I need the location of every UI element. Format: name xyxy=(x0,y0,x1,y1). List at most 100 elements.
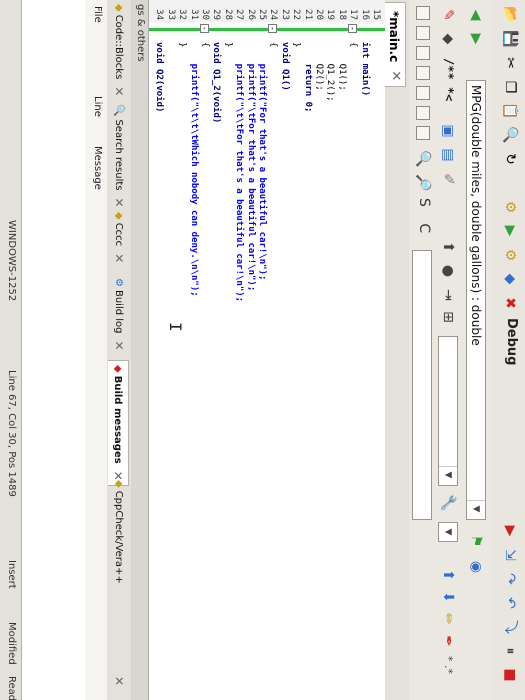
logs-tab-bar: ◆ Code::Blocks ✕ 🔍 Search results ✕ ◆ Cc… xyxy=(106,0,131,700)
fold-toggle-icon[interactable]: - xyxy=(268,24,278,33)
open-file-icon[interactable]: 📂 xyxy=(499,4,521,26)
stop-debug-icon[interactable]: ■ xyxy=(499,664,521,686)
marker-icon[interactable]: ✒ xyxy=(437,630,459,652)
step-into-icon[interactable]: ⇲ xyxy=(499,544,521,566)
toggle-box-4[interactable] xyxy=(416,66,430,80)
zoom-icon[interactable]: 🔍 xyxy=(412,148,434,170)
up-arrow-icon[interactable]: ⬆ xyxy=(437,564,459,586)
close-icon[interactable]: ✕ xyxy=(388,70,403,81)
tab-build-log[interactable]: ⚙ Build log ✕ xyxy=(109,278,129,351)
tab-search-results[interactable]: 🔍 Search results ✕ xyxy=(109,104,129,208)
line-number: 24 xyxy=(268,9,279,20)
pencil-icon[interactable]: ✏ xyxy=(437,608,459,630)
line-number: 23 xyxy=(279,9,290,20)
build-run-icon[interactable]: ⚙ xyxy=(499,244,521,266)
tab-label: Search results xyxy=(113,119,125,191)
close-icon[interactable]: ✕ xyxy=(112,86,126,96)
fold-toggle-icon[interactable]: - xyxy=(348,24,358,33)
jump-forward-icon[interactable]: ▶ xyxy=(465,28,487,50)
bookmark-icon[interactable]: ⚑ xyxy=(465,530,487,552)
toggle-box-2[interactable] xyxy=(416,26,430,40)
code-line: { xyxy=(268,42,279,48)
tab-label: CppCheck/Vera++ xyxy=(113,490,125,584)
cccc-icon: ◆ xyxy=(113,212,125,220)
next-instruction-icon[interactable]: ⤵ xyxy=(499,616,521,638)
copy-icon[interactable]: ❐ xyxy=(499,76,521,98)
step-over-icon[interactable]: ↷ xyxy=(499,568,521,590)
search-case-letters[interactable]: S C xyxy=(416,198,432,239)
play-icon[interactable]: ▶ xyxy=(499,220,521,242)
doxygen-comment-label[interactable]: /** *< xyxy=(442,58,456,101)
replace-icon[interactable]: ↻ xyxy=(499,148,521,170)
search-input[interactable] xyxy=(412,250,432,520)
tab-cccc[interactable]: ◆ Cccc ✕ xyxy=(109,212,129,263)
find-icon[interactable]: 🔍 xyxy=(499,124,521,146)
line-number: 25 xyxy=(257,9,267,20)
jump-back-icon[interactable]: ◀ xyxy=(465,4,487,26)
function-selector-value: MPG(double miles, double gallons) : doub… xyxy=(469,85,483,346)
close-icon[interactable]: ✕ xyxy=(112,341,126,351)
small-selector[interactable]: ▼ xyxy=(438,522,458,542)
toggle-box-5[interactable] xyxy=(416,86,430,100)
line-number: 31 xyxy=(188,9,199,20)
close-icon[interactable]: ✕ xyxy=(112,198,126,208)
regex-label[interactable]: * .* xyxy=(442,656,455,674)
chevron-down-icon[interactable]: ▼ xyxy=(439,466,457,483)
tab-cppcheck[interactable]: ◆ CppCheck/Vera++ xyxy=(109,480,129,584)
step-out-icon[interactable]: ↶ xyxy=(499,592,521,614)
column-line[interactable]: Line xyxy=(92,96,103,117)
code-line: printf("\t\tFor that's a beautiful car!\… xyxy=(234,42,245,303)
tab-main-c[interactable]: *main.c ✕ xyxy=(384,2,406,88)
tab-build-messages[interactable]: ◆ Build messages ✕ xyxy=(108,360,129,486)
log-list[interactable] xyxy=(22,0,85,700)
debug-label[interactable]: Debug xyxy=(504,318,519,365)
target-selector[interactable]: ▼ xyxy=(438,336,458,486)
circle-icon[interactable]: ● xyxy=(437,260,459,282)
toggle-box-7[interactable] xyxy=(416,126,430,140)
zoom-out-icon[interactable]: 🔎 xyxy=(412,172,434,194)
code-line: } xyxy=(177,42,188,48)
cut-icon[interactable]: ✂ xyxy=(499,52,521,74)
line-number: 21 xyxy=(302,9,313,20)
toggle-box-6[interactable] xyxy=(416,106,430,120)
tab-label: Build log xyxy=(113,289,125,334)
tab-label: Cccc xyxy=(113,222,125,247)
browse-icon[interactable]: ▤ xyxy=(437,144,459,166)
goto-icon[interactable]: ⇥ xyxy=(437,284,459,306)
chevron-down-icon[interactable]: ▼ xyxy=(467,500,485,517)
code-line: void Q1() xyxy=(279,42,290,91)
forward-icon[interactable]: ⬆ xyxy=(437,236,459,258)
save-icon[interactable]: 💾 xyxy=(499,28,521,50)
code-line: } xyxy=(291,42,302,48)
red-arrow-icon[interactable]: ▶ xyxy=(499,520,521,542)
search-code-icon[interactable]: ◉ xyxy=(465,556,487,578)
window-icon[interactable]: ⊞ xyxy=(437,306,459,328)
code-completion-toolbar: ◀ ▶ MPG(double miles, double gallons) : … xyxy=(460,0,491,700)
toggle-comment-icon[interactable]: ◆ xyxy=(437,28,459,50)
toggle-box-3[interactable] xyxy=(416,46,430,60)
tab-codeblocks[interactable]: ◆ Code::Blocks ✕ xyxy=(109,4,129,96)
logs-panel-header: gs & others xyxy=(129,0,149,700)
chevron-down-icon[interactable]: ▼ xyxy=(439,524,457,540)
wrench-icon[interactable]: 🔧 xyxy=(437,492,459,514)
column-file[interactable]: File xyxy=(92,6,103,23)
fold-toggle-icon[interactable]: - xyxy=(200,24,209,33)
doxyblocks-icon[interactable]: ▣ xyxy=(437,120,459,142)
close-panel-icon[interactable]: ✕ xyxy=(109,676,129,686)
abort-icon[interactable]: ✖ xyxy=(499,292,521,314)
rebuild-icon[interactable]: ◆ xyxy=(499,268,521,290)
down-arrow-icon[interactable]: ⬇ xyxy=(437,586,459,608)
code-line: { xyxy=(348,42,359,48)
pause-icon[interactable]: ⏸ xyxy=(499,640,521,662)
status-insert: Insert xyxy=(6,560,17,589)
function-selector[interactable]: MPG(double miles, double gallons) : doub… xyxy=(466,80,486,520)
gear-icon[interactable]: ⚙ xyxy=(499,196,521,218)
toggle-box-1[interactable] xyxy=(416,6,430,20)
status-encoding: WINDOWS-1252 xyxy=(6,220,17,302)
edit-icon[interactable]: ✐ xyxy=(437,168,459,190)
paste-icon[interactable]: 📋 xyxy=(499,100,521,122)
close-icon[interactable]: ✕ xyxy=(112,253,126,263)
highlight-icon[interactable]: ✎ xyxy=(437,4,459,26)
column-message[interactable]: Message xyxy=(92,146,103,190)
code-editor[interactable]: 15 16 17 18 19 20 21 22 23 24 25 26 27 28 29 30 31 32 33 34… xyxy=(149,0,385,700)
